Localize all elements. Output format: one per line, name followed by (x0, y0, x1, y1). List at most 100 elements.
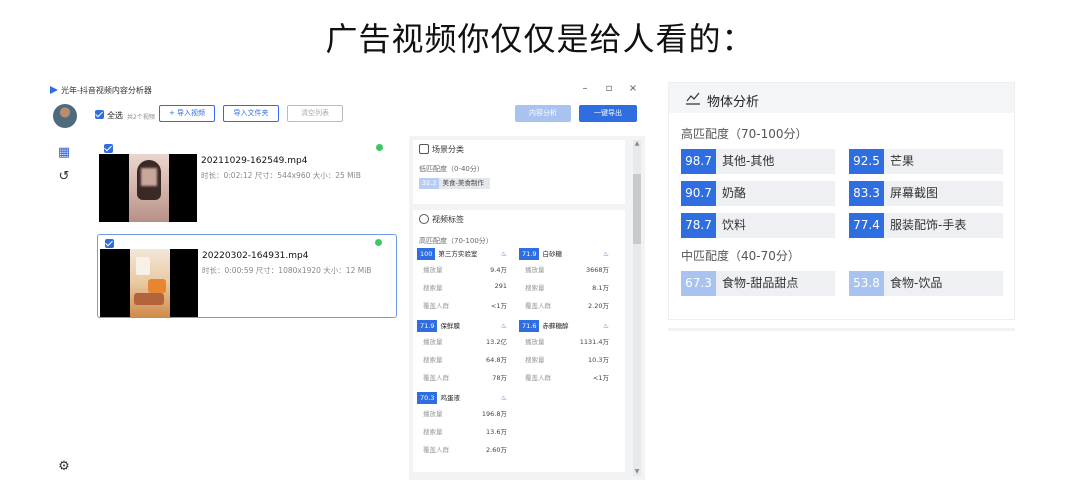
mid-tier-label: 中匹配度（40-70分） (681, 249, 800, 263)
select-all-label: 全选 (107, 111, 123, 120)
object-score: 83.3 (849, 181, 884, 206)
row-value: 3668万 (585, 266, 609, 274)
left-rail: ▦ ↺ ⚙ (45, 102, 85, 480)
tag-name: 鸡蛋液 (440, 394, 460, 402)
row-label: 覆盖人群 (423, 302, 449, 310)
row-label: 搜索量 (423, 428, 443, 436)
row-label: 覆盖人群 (423, 446, 449, 454)
object-chip: 92.5 芒果 (849, 149, 1003, 174)
high-tier-label: 高匹配度（70-100分） (681, 127, 808, 141)
analysis-detail-pane: 场景分类 低匹配度（0-40分） 32.2 美食-美食制作 视频标签 高匹配度（7… (409, 136, 645, 480)
scene-tag-name: 美食-美食制作 (442, 179, 484, 187)
title-bar: 光年-抖音视频内容分析器 – ▫ × (45, 80, 645, 102)
row-label: 播放量 (525, 338, 545, 346)
row-label: 播放量 (525, 266, 545, 274)
scrollbar-thumb[interactable] (633, 174, 641, 244)
export-button[interactable]: 一键导出 (579, 105, 637, 122)
tag-row: 覆盖人群 <1万 (423, 300, 507, 310)
object-chip: 67.3 食物-甜品甜点 (681, 271, 835, 296)
object-chip: 83.3 屏幕截图 (849, 181, 1003, 206)
heat-icon: ♨ (500, 322, 507, 330)
object-name: 服装配饰-手表 (890, 218, 967, 232)
row-value: 2.20万 (588, 302, 609, 310)
object-name: 其他-其他 (722, 154, 775, 168)
row-label: 播放量 (423, 338, 443, 346)
tag-card[interactable]: 100 第三方实验室 ♨ 播放量 9.4万 搜索量 291 覆盖人群 <1万 (417, 248, 513, 316)
avatar[interactable] (53, 104, 77, 128)
import-folder-button[interactable]: 导入文件夹 (223, 105, 279, 122)
tag-score: 70.3 (417, 392, 438, 404)
row-label: 搜索量 (525, 356, 545, 364)
video-checkbox[interactable] (104, 144, 113, 153)
tag-row: 播放量 13.2亿 (423, 336, 507, 346)
video-card-selected[interactable]: 20220302-164931.mp4 时长：0:00:59 尺寸：1080x1… (97, 234, 397, 318)
object-score: 77.4 (849, 213, 884, 238)
tag-card-header: 100 第三方实验室 (417, 248, 477, 260)
tag-row: 搜索量 13.6万 (423, 426, 507, 436)
row-value: <1万 (592, 374, 609, 382)
select-all-checkbox[interactable] (95, 110, 104, 119)
row-value: 291 (494, 282, 507, 290)
row-value: 78万 (492, 374, 507, 382)
minimize-button[interactable]: – (577, 83, 593, 94)
tags-title: 视频标签 (432, 215, 464, 224)
row-value: 9.4万 (490, 266, 507, 274)
clear-list-button[interactable]: 清空列表 (287, 105, 343, 122)
tag-row: 覆盖人群 2.20万 (525, 300, 609, 310)
line-chart-icon (686, 92, 700, 105)
history-icon[interactable]: ↺ (57, 170, 71, 184)
import-video-button[interactable]: + 导入视频 (159, 105, 215, 122)
grid-icon (419, 144, 429, 154)
scene-tag: 32.2 美食-美食制作 (419, 178, 490, 189)
row-label: 覆盖人群 (423, 374, 449, 382)
heat-icon: ♨ (500, 394, 507, 402)
tag-card[interactable]: 70.3 鸡蛋液 ♨ 播放量 196.8万 搜索量 13.6万 覆盖人群 2.60万 (417, 392, 513, 460)
scroll-up-icon[interactable]: ▲ (633, 140, 641, 148)
panel-footer-divider (668, 328, 1015, 331)
tag-card-header: 71.9 白砂糖 (519, 248, 562, 260)
scene-section: 场景分类 低匹配度（0-40分） 32.2 美食-美食制作 (413, 140, 625, 204)
scroll-down-icon[interactable]: ▼ (633, 468, 641, 476)
video-meta: 时长：0:00:59 尺寸：1080x1920 大小：12 MiB (202, 266, 372, 275)
tags-section: 视频标签 高匹配度（70-100分） 100 第三方实验室 ♨ 播放量 9.4万 搜… (413, 210, 625, 472)
settings-gear-icon[interactable]: ⚙ (57, 460, 71, 474)
object-chip: 98.7 其他-其他 (681, 149, 835, 174)
object-analysis-panel: 物体分析 高匹配度（70-100分） 98.7 其他-其他 92.5 芒果 90.7… (668, 82, 1015, 320)
content-analysis-button[interactable]: 内容分析 (515, 105, 571, 122)
video-thumbnail (99, 154, 197, 222)
heat-icon: ♨ (602, 322, 609, 330)
tag-card[interactable]: 71.9 白砂糖 ♨ 播放量 3668万 搜索量 8.1万 覆盖人群 2.20万 (519, 248, 615, 316)
object-name: 食物-甜品甜点 (722, 276, 799, 290)
row-label: 播放量 (423, 266, 443, 274)
row-label: 覆盖人群 (525, 302, 551, 310)
video-card[interactable]: 20211029-162549.mp4 时长：0:02:12 尺寸：544x96… (97, 140, 397, 224)
tag-name: 赤藓糖醇 (542, 322, 569, 330)
detail-scrollbar[interactable]: ▲ ▼ (633, 140, 641, 476)
tag-card[interactable]: 71.6 赤藓糖醇 ♨ 播放量 1131.4万 搜索量 10.3万 覆盖人群 <1万 (519, 320, 615, 388)
status-dot (376, 144, 383, 151)
headline: 广告视频你仅仅是给人看的： (325, 20, 755, 58)
close-button[interactable]: × (625, 83, 641, 94)
tags-section-header: 视频标签 (419, 214, 619, 232)
maximize-button[interactable]: ▫ (601, 83, 617, 94)
tag-card[interactable]: 71.9 保鲜膜 ♨ 播放量 13.2亿 搜索量 64.8万 覆盖人群 78万 (417, 320, 513, 388)
tag-score: 71.9 (417, 320, 438, 332)
row-value: 196.8万 (481, 410, 507, 418)
tag-row: 搜索量 64.8万 (423, 354, 507, 364)
object-score: 92.5 (849, 149, 884, 174)
dashboard-icon[interactable]: ▦ (57, 146, 71, 160)
tag-name: 第三方实验室 (438, 250, 478, 258)
tag-row: 播放量 196.8万 (423, 408, 507, 418)
tags-tier: 高匹配度（70-100分） (419, 237, 493, 245)
scene-title: 场景分类 (432, 145, 464, 154)
scene-tier: 低匹配度（0-40分） (419, 165, 484, 173)
tag-card-header: 70.3 鸡蛋液 (417, 392, 460, 404)
tag-name: 保鲜膜 (440, 322, 460, 330)
video-checkbox[interactable] (105, 239, 114, 248)
tag-row: 播放量 3668万 (525, 264, 609, 274)
video-count: 共2个视频 (127, 114, 155, 121)
tag-card-header: 71.9 保鲜膜 (417, 320, 460, 332)
video-file-name: 20220302-164931.mp4 (202, 251, 309, 261)
tag-row: 覆盖人群 78万 (423, 372, 507, 382)
tag-row: 搜索量 8.1万 (525, 282, 609, 292)
